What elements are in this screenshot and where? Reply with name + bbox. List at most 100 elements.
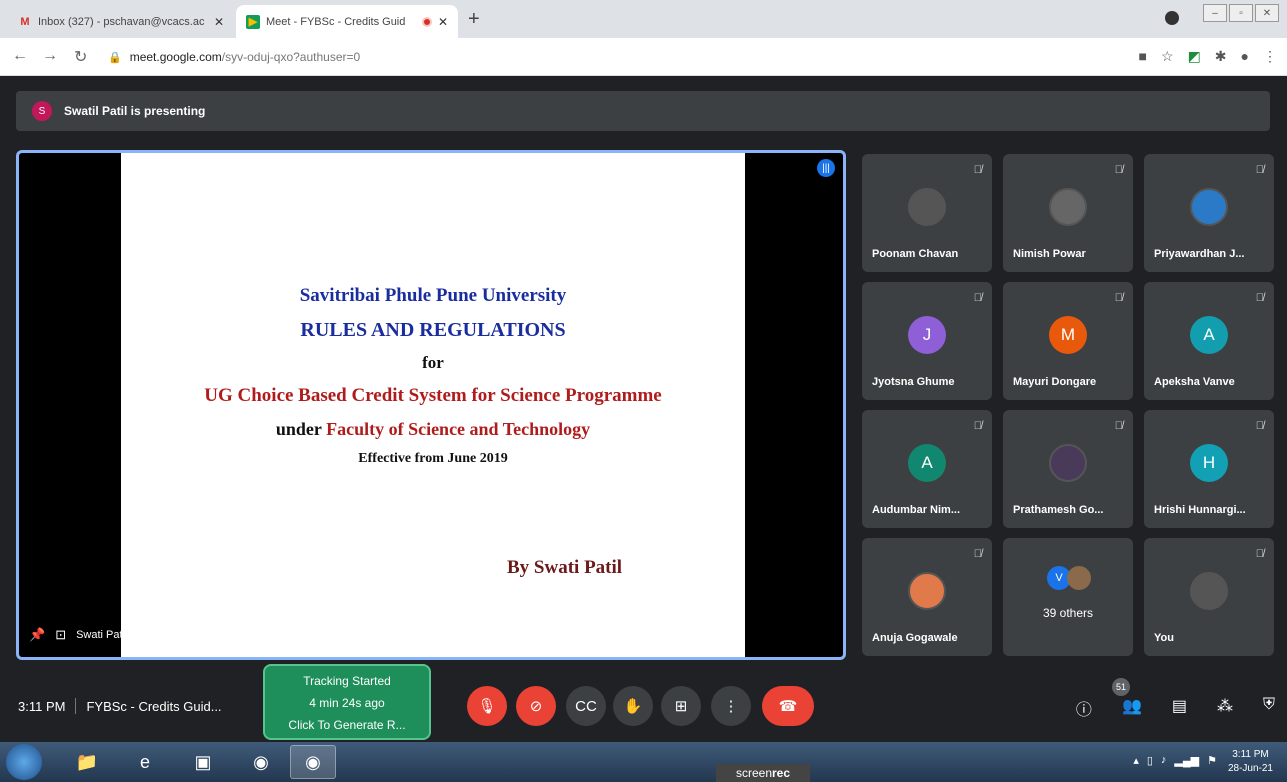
participant-tile[interactable]: 🎙̸ A Audumbar Nim...: [862, 410, 992, 528]
participant-name: Mayuri Dongare: [1013, 376, 1097, 388]
participant-name: You: [1154, 632, 1174, 644]
screen: M Inbox (327) - pschavan@vcacs.ac ✕ ▶ Me…: [0, 0, 1287, 782]
tab-meet[interactable]: ▶ Meet - FYBSc - Credits Guid ✕: [236, 5, 458, 38]
present-button[interactable]: ⊞: [661, 686, 701, 726]
slide: Savitribai Phule Pune University RULES A…: [121, 153, 745, 657]
generate-report-link[interactable]: Click To Generate R...: [265, 714, 429, 736]
info-icon[interactable]: ⓘ: [1076, 696, 1092, 720]
close-icon[interactable]: ✕: [438, 15, 448, 29]
present-icon: ⊞: [674, 698, 688, 715]
participant-name: Hrishi Hunnargi...: [1154, 504, 1246, 516]
slide-faculty-name: Faculty of Science and Technology: [326, 419, 591, 439]
meet-area: S Swatil Patil is presenting Savitribai …: [0, 76, 1287, 742]
participant-tile[interactable]: 🎙̸ H Hrishi Hunnargi...: [1144, 410, 1274, 528]
camera-blocked-icon[interactable]: ■: [1139, 48, 1147, 65]
participant-tile[interactable]: 🎙̸ J Jyotsna Ghume: [862, 282, 992, 400]
tracking-widget[interactable]: Tracking Started 4 min 24s ago Click To …: [263, 664, 431, 740]
close-icon[interactable]: ✕: [214, 15, 224, 29]
mic-off-icon: 🎙̸: [1255, 420, 1264, 432]
participant-tile[interactable]: 🎙̸ Nimish Powar: [1003, 154, 1133, 272]
taskbar-clock[interactable]: 3:11 PM 28-Jun-21: [1228, 748, 1273, 776]
meeting-controls: 3:11 PM FYBSc - Credits Guid... Tracking…: [0, 664, 1287, 742]
tab-title: Inbox (327) - pschavan@vcacs.ac: [38, 15, 205, 28]
volume-icon[interactable]: ♪: [1161, 754, 1167, 767]
mic-off-icon: 🎙̸: [1114, 292, 1123, 304]
activities-icon[interactable]: ⁂: [1217, 696, 1233, 720]
menu-icon[interactable]: ⋮: [1263, 48, 1277, 65]
avatar: [908, 572, 946, 610]
chat-icon[interactable]: ▤: [1172, 696, 1187, 720]
mic-off-icon: 🎙̸: [1114, 420, 1123, 432]
extension-icon[interactable]: ◩: [1188, 48, 1201, 65]
puzzle-icon[interactable]: ✱: [1215, 48, 1227, 65]
participant-tile[interactable]: 🎙̸ A Apeksha Vanve: [1144, 282, 1274, 400]
avatar: [908, 188, 946, 226]
minimize-icon[interactable]: –: [1203, 4, 1227, 22]
reload-icon[interactable]: ↻: [74, 47, 87, 67]
participant-grid: 🎙̸ Poonam Chavan 🎙̸ Nimish Powar 🎙̸ Priyaward…: [862, 154, 1274, 658]
start-button[interactable]: [6, 744, 42, 780]
avatar: S: [32, 101, 52, 121]
others-tile[interactable]: V 39 others: [1003, 538, 1133, 656]
participant-tile[interactable]: 🎙̸ Prathamesh Go...: [1003, 410, 1133, 528]
maximize-icon[interactable]: ▫: [1229, 4, 1253, 22]
camera-off-button[interactable]: ⊘: [516, 686, 556, 726]
mic-off-icon: 🎙̸: [1114, 164, 1123, 176]
avatar: [1190, 188, 1228, 226]
avatar[interactable]: ●: [1241, 48, 1249, 65]
tab-gmail[interactable]: M Inbox (327) - pschavan@vcacs.ac ✕: [8, 5, 234, 38]
captions-button[interactable]: CC: [566, 686, 606, 726]
profile-icon[interactable]: [1165, 11, 1179, 25]
avatar: A: [908, 444, 946, 482]
tray-device-icon[interactable]: ▯: [1147, 754, 1153, 767]
network-icon[interactable]: ▂▄▆: [1174, 754, 1199, 767]
flag-icon[interactable]: ⚑: [1207, 754, 1217, 767]
slide-heading: RULES AND REGULATIONS: [300, 319, 566, 341]
mic-off-icon: 🎙̸: [973, 548, 982, 560]
file-explorer-icon[interactable]: 📁: [64, 745, 110, 779]
captions-icon: CC: [575, 697, 597, 715]
participant-tile[interactable]: 🎙̸ Priyawardhan J...: [1144, 154, 1274, 272]
taskbar-date: 28-Jun-21: [1227, 763, 1273, 774]
participant-tile[interactable]: 🎙̸ M Mayuri Dongare: [1003, 282, 1133, 400]
pin-icon[interactable]: 📌: [29, 627, 45, 643]
chrome-icon[interactable]: ◉: [238, 745, 284, 779]
participant-tile[interactable]: 🎙̸ You: [1144, 538, 1274, 656]
forward-icon[interactable]: →: [42, 47, 58, 65]
hand-icon: ✋: [623, 698, 643, 715]
more-options-button[interactable]: ⋮: [711, 686, 751, 726]
mic-off-button[interactable]: 🎙: [467, 686, 507, 726]
participant-name: Jyotsna Ghume: [872, 376, 955, 388]
mic-off-icon: 🎙̸: [1255, 292, 1264, 304]
participant-tile[interactable]: 🎙̸ Anuja Gogawale: [862, 538, 992, 656]
leave-call-button[interactable]: ☎: [762, 686, 814, 726]
participant-name: Prathamesh Go...: [1013, 504, 1104, 516]
mic-off-icon: 🎙̸: [1255, 548, 1264, 560]
meeting-time: 3:11 PM: [18, 698, 66, 714]
participant-tile[interactable]: 🎙̸ Poonam Chavan: [862, 154, 992, 272]
participant-name: Audumbar Nim...: [872, 504, 961, 516]
raise-hand-button[interactable]: ✋: [613, 686, 653, 726]
outlook-icon[interactable]: ▣: [180, 745, 226, 779]
others-count: 39 others: [1042, 606, 1094, 620]
slide-university: Savitribai Phule Pune University: [299, 285, 567, 306]
speaking-indicator-icon: |||: [817, 159, 835, 177]
presentation-stage[interactable]: Savitribai Phule Pune University RULES A…: [16, 150, 846, 660]
close-window-icon[interactable]: ✕: [1255, 4, 1279, 22]
back-icon[interactable]: ←: [12, 47, 28, 65]
screenrec-watermark: screen rec: [716, 764, 810, 782]
chrome-active-icon[interactable]: ◉: [290, 745, 336, 779]
present-screen-icon[interactable]: ⊡: [55, 627, 66, 643]
mic-off-icon: 🎙̸: [973, 420, 982, 432]
gmail-icon: M: [20, 15, 30, 28]
internet-explorer-icon[interactable]: e: [122, 745, 168, 779]
new-tab-button[interactable]: +: [468, 8, 480, 31]
url-input[interactable]: 🔒 meet.google.com /syv-oduj-qxo?authuser…: [108, 44, 1078, 70]
people-icon[interactable]: 👥: [1122, 696, 1142, 720]
mic-off-icon: 🎙̸: [1255, 164, 1264, 176]
bookmark-star-icon[interactable]: ☆: [1161, 48, 1174, 65]
more-icon: ⋮: [723, 698, 739, 715]
tray-arrow-icon[interactable]: ▴: [1133, 754, 1139, 767]
browser-tab-bar: M Inbox (327) - pschavan@vcacs.ac ✕ ▶ Me…: [0, 0, 1287, 38]
host-controls-icon[interactable]: ⛨: [1263, 696, 1275, 720]
